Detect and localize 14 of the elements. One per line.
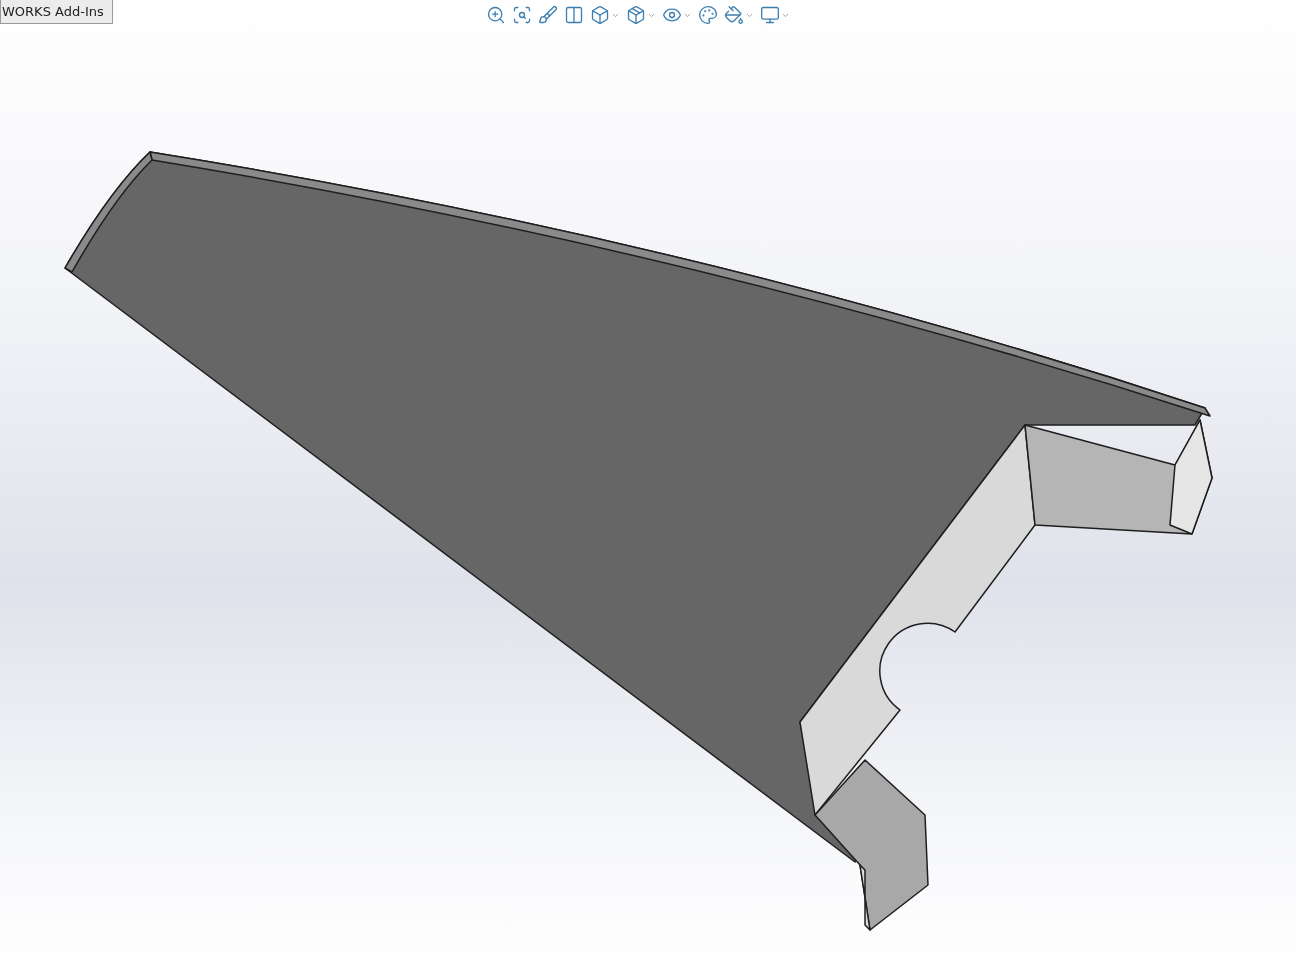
cube-icon (589, 5, 610, 25)
brush-icon (537, 5, 558, 25)
view-toolbar-button[interactable] (536, 4, 559, 26)
add-ins-tab[interactable]: WORKS Add-Ins (0, 0, 113, 24)
monitor-icon (759, 5, 780, 25)
zoom-to-fit-icon (485, 5, 506, 25)
box-icon (625, 5, 646, 25)
paint-bucket-icon (723, 5, 744, 25)
view-toolbar-button[interactable] (722, 4, 755, 26)
view-toolbar-button[interactable] (696, 4, 719, 26)
zoom-area-icon (511, 5, 532, 25)
palette-icon (697, 5, 718, 25)
section-view-icon (563, 5, 584, 25)
view-toolbar-button[interactable] (758, 4, 791, 26)
